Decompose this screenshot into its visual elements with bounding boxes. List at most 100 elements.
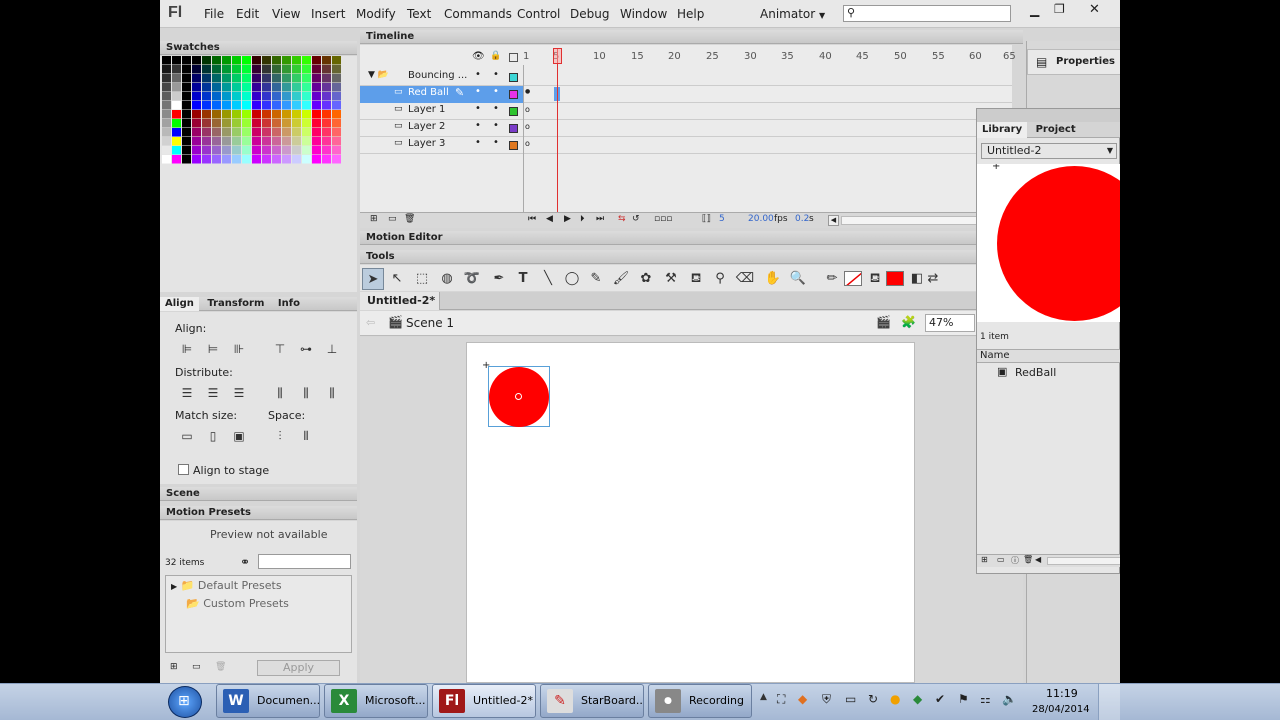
color-swatch[interactable] — [302, 65, 311, 74]
swap-colors-icon[interactable]: ⇄ — [922, 268, 944, 290]
space-vertical-icon[interactable]: ⫶ — [272, 429, 288, 443]
color-swatch[interactable] — [312, 119, 321, 128]
color-swatch[interactable] — [172, 128, 181, 137]
color-swatch[interactable] — [252, 74, 261, 83]
color-swatch[interactable] — [192, 128, 201, 137]
color-swatch[interactable] — [332, 128, 341, 137]
color-swatch[interactable] — [192, 110, 201, 119]
tray-sun-icon[interactable]: ● — [890, 692, 900, 706]
color-swatch[interactable] — [162, 137, 171, 146]
brush-icon[interactable]: 🖌 — [610, 268, 632, 290]
color-swatch[interactable] — [252, 146, 261, 155]
color-swatch[interactable] — [312, 101, 321, 110]
new-folder-icon[interactable]: ▭ — [997, 555, 1005, 564]
restore-icon[interactable]: ❐ — [1054, 2, 1065, 16]
distribute-left-icon[interactable]: ⫼ — [272, 386, 288, 400]
color-swatch[interactable] — [222, 92, 231, 101]
color-swatch[interactable] — [202, 65, 211, 74]
color-swatch[interactable] — [292, 56, 301, 65]
color-swatch[interactable] — [192, 74, 201, 83]
color-swatch[interactable] — [222, 110, 231, 119]
color-swatch[interactable] — [182, 119, 191, 128]
color-swatch[interactable] — [272, 74, 281, 83]
menu-control[interactable]: Control — [517, 7, 560, 21]
selection-tool-icon[interactable]: ➤ — [362, 268, 384, 290]
color-swatch[interactable] — [282, 65, 291, 74]
eraser-icon[interactable]: ⌫ — [734, 268, 756, 290]
color-swatch[interactable] — [242, 110, 251, 119]
color-swatch[interactable] — [262, 74, 271, 83]
color-swatch[interactable] — [252, 137, 261, 146]
color-swatch[interactable] — [262, 110, 271, 119]
color-swatch[interactable] — [232, 146, 241, 155]
color-swatch[interactable] — [232, 56, 241, 65]
color-swatch[interactable] — [322, 92, 331, 101]
hand-icon[interactable]: ✋ — [762, 268, 784, 290]
color-swatch[interactable] — [322, 65, 331, 74]
color-swatch[interactable] — [252, 119, 261, 128]
color-swatch[interactable] — [232, 119, 241, 128]
color-swatch[interactable] — [252, 101, 261, 110]
menu-file[interactable]: File — [204, 7, 224, 21]
color-swatch[interactable] — [292, 110, 301, 119]
tab-info[interactable]: Info — [273, 297, 305, 311]
color-swatch[interactable] — [212, 56, 221, 65]
close-icon[interactable]: ✕ — [1089, 2, 1100, 17]
color-swatch[interactable] — [282, 119, 291, 128]
color-swatch[interactable] — [282, 110, 291, 119]
motion-editor-header[interactable]: Motion Editor — [360, 231, 1023, 245]
color-swatch[interactable] — [162, 128, 171, 137]
color-swatch[interactable] — [212, 92, 221, 101]
tab-transform[interactable]: Transform — [202, 297, 269, 311]
color-swatch[interactable] — [282, 74, 291, 83]
color-swatch[interactable] — [282, 83, 291, 92]
distribute-vcenter-icon[interactable]: ☰ — [205, 386, 221, 400]
color-swatch[interactable] — [272, 128, 281, 137]
color-swatch[interactable] — [182, 155, 191, 164]
step-back-icon[interactable]: ◀ — [546, 214, 553, 224]
color-swatch[interactable] — [312, 146, 321, 155]
color-swatch[interactable] — [312, 128, 321, 137]
tray-shield-icon[interactable]: ⛨ — [822, 692, 831, 707]
color-swatch[interactable] — [262, 137, 271, 146]
layer-name-cell[interactable]: ▭ Layer 1 • • — [360, 103, 523, 120]
color-swatch[interactable] — [322, 74, 331, 83]
color-swatch[interactable] — [242, 74, 251, 83]
color-swatch[interactable] — [232, 65, 241, 74]
tray-refresh-icon[interactable]: ↻ — [868, 692, 878, 706]
color-swatch[interactable] — [322, 56, 331, 65]
tab-library[interactable]: Library — [977, 122, 1028, 138]
distribute-hcenter-icon[interactable]: ⫼ — [298, 386, 314, 400]
color-swatch[interactable] — [222, 146, 231, 155]
color-swatch[interactable] — [162, 56, 171, 65]
keyframe-marker[interactable]: ● — [525, 88, 530, 95]
clock-date[interactable]: 28/04/2014 — [1032, 704, 1090, 715]
match-both-icon[interactable]: ▣ — [231, 429, 247, 443]
color-swatch[interactable] — [192, 155, 201, 164]
color-swatch[interactable] — [242, 119, 251, 128]
layer-color-square[interactable] — [509, 141, 518, 150]
layer-row[interactable]: ▭ Layer 2 • • o — [360, 120, 1012, 137]
color-swatch[interactable] — [232, 83, 241, 92]
new-preset-icon[interactable]: ⊞ — [170, 662, 178, 672]
color-swatch[interactable] — [272, 101, 281, 110]
step-forward-icon[interactable]: ⏵ — [580, 214, 585, 224]
zoom-icon[interactable]: 🔍 — [787, 268, 809, 290]
new-folder-icon[interactable]: ▭ — [192, 662, 201, 672]
color-swatch[interactable] — [332, 92, 341, 101]
properties-icon[interactable]: ⓘ — [1011, 555, 1019, 566]
color-swatch[interactable] — [252, 92, 261, 101]
color-swatch[interactable] — [212, 155, 221, 164]
color-swatch[interactable] — [162, 155, 171, 164]
taskbar-item-excel[interactable]: X Microsoft... — [324, 684, 428, 718]
paint-bucket-icon[interactable]: ⛾ — [685, 268, 707, 290]
match-width-icon[interactable]: ▭ — [179, 429, 195, 443]
color-swatch[interactable] — [232, 137, 241, 146]
color-swatch[interactable] — [182, 83, 191, 92]
document-tab[interactable]: Untitled-2* × — [360, 292, 440, 325]
tab-project[interactable]: Project — [1031, 122, 1081, 138]
fps-readout[interactable]: 20.00 — [748, 214, 774, 224]
layer-name-cell[interactable]: ▭ Red Ball ✎ • • — [360, 86, 523, 103]
color-swatch[interactable] — [182, 110, 191, 119]
color-swatch[interactable] — [232, 101, 241, 110]
